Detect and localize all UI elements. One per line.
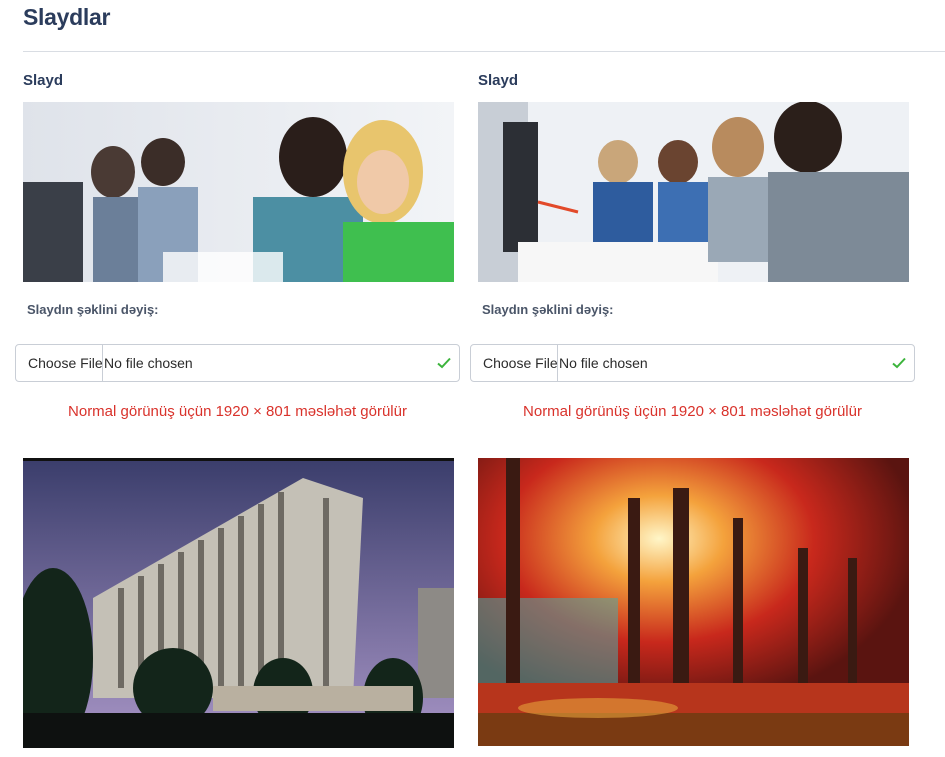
size-hint: Normal görünüş üçün 1920 × 801 məsləhət … bbox=[68, 403, 407, 420]
header-divider bbox=[23, 51, 945, 52]
slide-image-building-night bbox=[23, 458, 454, 748]
slide-image-students-computers bbox=[478, 102, 909, 282]
slide-file-input[interactable]: Choose File No file chosen bbox=[15, 344, 460, 382]
change-image-label: Slaydın şəklini dəyiş: bbox=[482, 302, 614, 317]
check-icon bbox=[429, 357, 459, 369]
size-hint: Normal görünüş üçün 1920 × 801 məsləhət … bbox=[523, 403, 862, 420]
slide-image-autumn-forest bbox=[478, 458, 909, 746]
choose-file-button[interactable]: Choose File bbox=[16, 345, 103, 381]
choose-file-button[interactable]: Choose File bbox=[471, 345, 558, 381]
file-status-text: No file chosen bbox=[559, 355, 648, 371]
slide-file-input[interactable]: Choose File No file chosen bbox=[470, 344, 915, 382]
slide-image-students-women bbox=[23, 102, 454, 282]
slide-label: Slayd bbox=[23, 72, 64, 89]
file-status-text: No file chosen bbox=[104, 355, 193, 371]
slide-label: Slayd bbox=[478, 72, 519, 89]
check-icon bbox=[884, 357, 914, 369]
page-title: Slaydlar bbox=[23, 4, 111, 30]
change-image-label: Slaydın şəklini dəyiş: bbox=[27, 302, 159, 317]
